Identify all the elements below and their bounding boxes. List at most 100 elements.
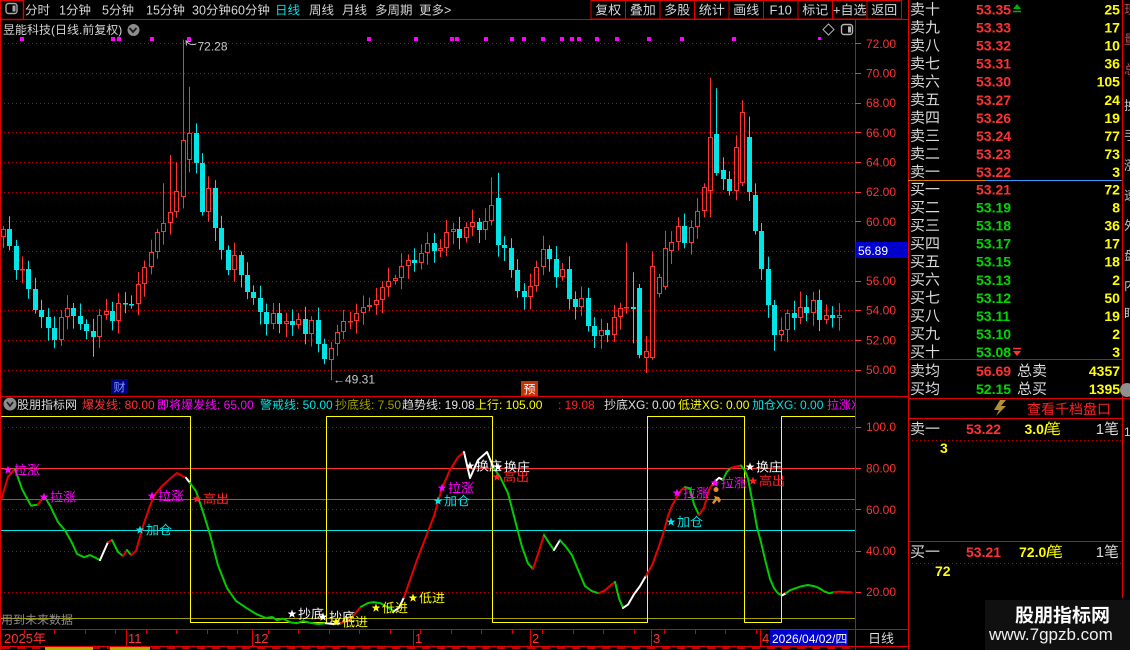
svg-text:3: 3 [1112,344,1120,360]
svg-text:3: 3 [1112,164,1120,180]
svg-text:70.00: 70.00 [866,67,896,81]
svg-text:1395: 1395 [1089,381,1120,397]
svg-text:53.17: 53.17 [976,236,1011,252]
svg-text:73: 73 [1104,146,1120,162]
svg-text:: 19.08: : 19.08 [558,398,595,412]
svg-text:50.00: 50.00 [866,363,896,377]
svg-text:66.00: 66.00 [866,126,896,140]
svg-text:: 19.08: : 19.08 [438,398,475,412]
svg-text:2026/04/02/: 2026/04/02/ [772,632,836,646]
svg-text:53.23: 53.23 [976,146,1011,162]
svg-text:36: 36 [1104,56,1120,72]
svg-text:54.00: 54.00 [866,304,896,318]
svg-text:3: 3 [940,440,948,456]
svg-text:): ) [118,23,122,37]
svg-text:>: > [444,4,451,18]
svg-text:10: 10 [1104,38,1120,54]
svg-text:3.0/: 3.0/ [1025,421,1048,437]
svg-text:30: 30 [192,4,206,18]
svg-text:53.22: 53.22 [966,421,1001,437]
svg-text:20.00: 20.00 [866,585,896,599]
svg-text:XG: 0.00: XG: 0.00 [776,398,824,412]
svg-text:12: 12 [254,631,268,646]
svg-text:80.00: 80.00 [866,462,896,476]
svg-text:56.00: 56.00 [866,274,896,288]
svg-text:53.11: 53.11 [976,308,1010,324]
svg-text:1: 1 [415,631,422,646]
svg-text:52.00: 52.00 [866,333,896,347]
svg-text:40.00: 40.00 [866,544,896,558]
svg-text:53.15: 53.15 [976,254,1011,270]
svg-text:100.0: 100.0 [866,420,896,434]
svg-text:3: 3 [653,631,660,646]
svg-text:2025: 2025 [4,631,33,646]
svg-text:+: + [833,3,841,18]
svg-text:: 50.00: : 50.00 [296,398,333,412]
svg-text:53.30: 53.30 [976,74,1011,90]
svg-text:53.24: 53.24 [976,128,1011,144]
svg-text:53.31: 53.31 [976,56,1011,72]
svg-text:4: 4 [762,631,769,646]
svg-text:105: 105 [1097,74,1121,90]
svg-text:36: 36 [1104,218,1120,234]
svg-text:53.26: 53.26 [976,110,1011,126]
svg-text:53.18: 53.18 [976,218,1011,234]
svg-text:.: . [79,23,82,37]
svg-text:77: 77 [1104,128,1120,144]
svg-text:2: 2 [532,631,539,646]
svg-text:53.19: 53.19 [976,200,1011,216]
svg-text:1: 1 [1096,544,1104,561]
svg-text:72: 72 [935,563,951,579]
svg-text:53.21: 53.21 [976,182,1011,198]
svg-text:64.00: 64.00 [866,155,896,169]
svg-text:1: 1 [1124,425,1130,439]
svg-text:(: ( [51,23,55,37]
svg-text:8: 8 [1112,200,1120,216]
svg-text:50: 50 [1104,290,1120,306]
svg-text:4357: 4357 [1089,363,1120,379]
svg-text:25: 25 [1104,2,1120,18]
svg-text:53.32: 53.32 [976,38,1011,54]
svg-text:60: 60 [231,4,245,18]
svg-text:17: 17 [1104,20,1120,36]
svg-text:: 80.00: : 80.00 [118,398,155,412]
svg-text:52.15: 52.15 [976,381,1011,397]
svg-text:←49.31: ←49.31 [333,373,375,387]
svg-text:1: 1 [59,4,66,18]
svg-text:: 65.00: : 65.00 [217,398,254,412]
svg-text:53.22: 53.22 [976,164,1011,180]
svg-text:XG: 0.00: XG: 0.00 [628,398,676,412]
svg-text:www.7gpzb.com: www.7gpzb.com [988,625,1113,644]
svg-text:72.0/: 72.0/ [1019,544,1050,560]
svg-text:: 7.50: : 7.50 [371,398,401,412]
svg-text:11: 11 [128,631,142,646]
svg-text:72.28: 72.28 [198,40,228,54]
svg-text:: 105.00: : 105.00 [499,398,543,412]
svg-text:XG: 0.00: XG: 0.00 [702,398,750,412]
svg-text:2: 2 [1112,326,1120,342]
svg-text:18: 18 [1104,254,1120,270]
svg-text:53.13: 53.13 [976,272,1011,288]
svg-text:24: 24 [1104,92,1120,108]
svg-text:72: 72 [1104,182,1120,198]
svg-text:15: 15 [146,4,160,18]
svg-text:17: 17 [1104,236,1120,252]
svg-text:2: 2 [1112,272,1120,288]
svg-text:53.35: 53.35 [976,2,1011,18]
svg-text:53.12: 53.12 [976,290,1011,306]
svg-text:53.33: 53.33 [976,20,1011,36]
svg-text:5: 5 [102,4,109,18]
svg-text:60.00: 60.00 [866,503,896,517]
svg-text:19: 19 [1104,110,1120,126]
svg-text:60.00: 60.00 [866,215,896,229]
svg-text:53.27: 53.27 [976,92,1011,108]
svg-text:56.69: 56.69 [976,363,1011,379]
svg-text:F10: F10 [770,3,792,18]
svg-text:53.21: 53.21 [966,544,1001,560]
svg-text:53.08: 53.08 [976,344,1011,360]
svg-text:1: 1 [1096,421,1104,438]
svg-text:53.10: 53.10 [976,326,1011,342]
svg-text:19: 19 [1104,308,1120,324]
svg-text:68.00: 68.00 [866,96,896,110]
svg-text:56.89: 56.89 [858,244,888,258]
